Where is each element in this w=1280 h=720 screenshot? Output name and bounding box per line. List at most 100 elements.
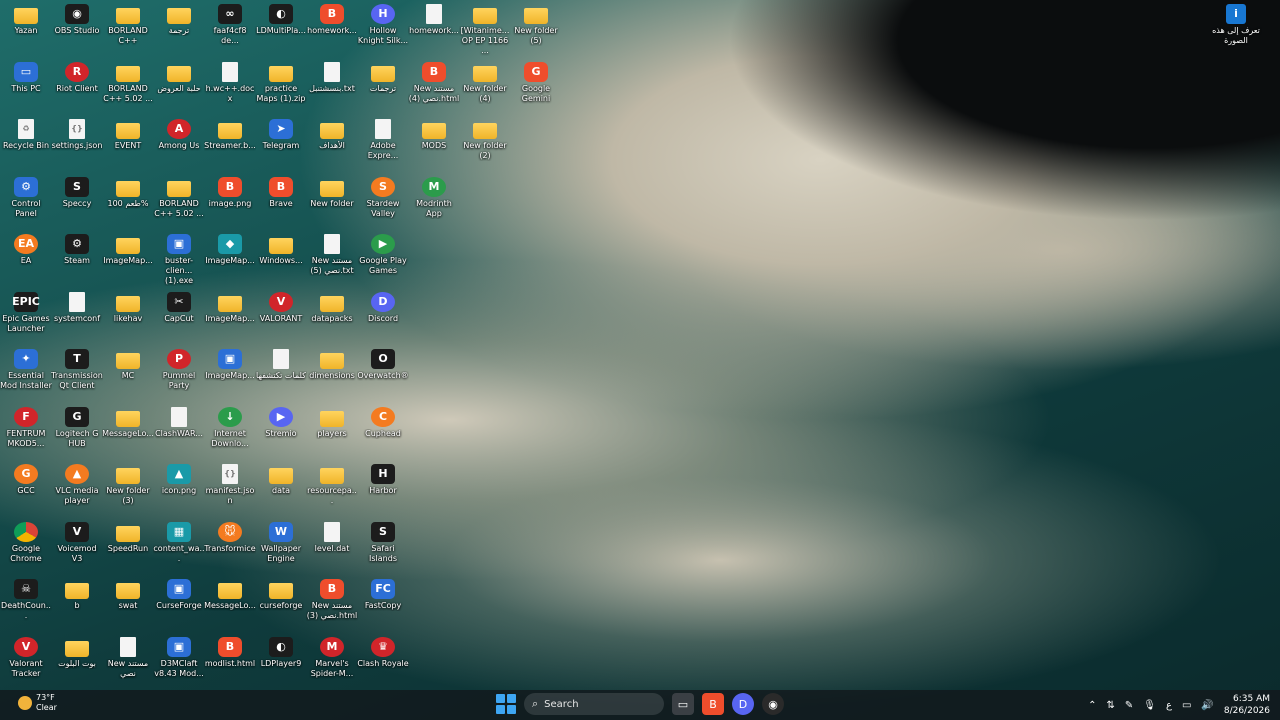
- desktop-icon[interactable]: ترجمة: [153, 4, 205, 36]
- weather-widget[interactable]: 73°F Clear: [18, 693, 57, 713]
- microphone-icon[interactable]: 🎙: [1143, 700, 1156, 711]
- desktop-icon[interactable]: ◉ OBS Studio: [51, 4, 103, 36]
- desktop-icon[interactable]: Adobe Expre...: [357, 119, 409, 161]
- desktop-icon[interactable]: ♻ Recycle Bin: [0, 119, 52, 151]
- desktop-icon[interactable]: ▲ icon.png: [153, 464, 205, 496]
- desktop-icon[interactable]: EA EA: [0, 234, 52, 266]
- desktop-icon[interactable]: حلبة العروض: [153, 62, 205, 94]
- pen-icon[interactable]: ✎: [1125, 700, 1133, 711]
- desktop-icon[interactable]: G GCC: [0, 464, 52, 496]
- desktop-icon[interactable]: ⚙ Control Panel: [0, 176, 52, 219]
- desktop-icon[interactable]: likehav: [102, 292, 154, 324]
- desktop-icon[interactable]: data: [255, 464, 307, 496]
- desktop-icon[interactable]: S Stardew Valley: [357, 176, 409, 219]
- language-indicator[interactable]: ع: [1166, 700, 1172, 711]
- desktop-icon[interactable]: V Voicemod V3: [51, 521, 103, 564]
- desktop-icon[interactable]: Bmodlist.html: [204, 636, 256, 669]
- desktop-icon[interactable]: ✦ Essential Mod Installer: [0, 349, 52, 391]
- desktop-icon[interactable]: New folder: [306, 177, 358, 209]
- desktop-icon[interactable]: ▶ Google Play Games: [357, 234, 409, 276]
- desktop-icon[interactable]: ImageMap...: [102, 234, 154, 266]
- desktop-icon[interactable]: swat: [102, 579, 154, 611]
- desktop-icon[interactable]: b: [51, 579, 103, 611]
- network-tray-icon[interactable]: ⇅: [1106, 700, 1114, 711]
- desktop-icon[interactable]: Google Chrome: [0, 521, 52, 564]
- desktop-icon[interactable]: C Cuphead: [357, 406, 409, 439]
- desktop-icon[interactable]: ▲ VLC media player: [51, 464, 103, 506]
- desktop-icon[interactable]: F FENTRUM MKOD5...: [0, 406, 52, 449]
- desktop-icon[interactable]: ▣ CurseForge: [153, 579, 205, 611]
- desktop-icon[interactable]: MessageLo...: [204, 579, 256, 611]
- desktop-icon[interactable]: G Google Gemini: [510, 61, 562, 104]
- desktop-icon[interactable]: [Witanime... OP EP 1166 ...: [459, 4, 511, 56]
- desktop-icon[interactable]: New folder (4): [459, 62, 511, 104]
- desktop-icon[interactable]: resourcepa...: [306, 464, 358, 506]
- desktop-icon[interactable]: 🐭 Transformice: [204, 521, 256, 554]
- desktop-icon[interactable]: New مستند نصي (5).txt: [306, 234, 358, 276]
- desktop-icon[interactable]: كلمات تكتشفها: [255, 349, 307, 381]
- desktop-icon[interactable]: ترجمات: [357, 62, 409, 94]
- desktop-icon[interactable]: بوت البلوت: [51, 637, 103, 669]
- desktop-icon[interactable]: T Transmission Qt Client: [51, 349, 103, 391]
- desktop-icon[interactable]: MODS: [408, 119, 460, 151]
- desktop-icon[interactable]: level.dat: [306, 521, 358, 554]
- desktop-icon[interactable]: curseforge: [255, 579, 307, 611]
- desktop-icon[interactable]: V Valorant Tracker: [0, 636, 52, 679]
- desktop-icon[interactable]: S Speccy: [51, 176, 103, 209]
- desktop-icon[interactable]: G Logitech G HUB: [51, 406, 103, 449]
- desktop-icon[interactable]: ▦ content_wa...: [153, 521, 205, 564]
- desktop-icon[interactable]: BORLAND C++: [102, 4, 154, 46]
- desktop-icon[interactable]: الأهداف: [306, 119, 358, 151]
- desktop-icon[interactable]: R Riot Client: [51, 61, 103, 94]
- learn-about-picture[interactable]: i تعرف إلى هذه الصورة: [1206, 4, 1266, 46]
- wifi-icon[interactable]: ▭: [1182, 700, 1191, 711]
- desktop-icon[interactable]: dimensions: [306, 349, 358, 381]
- desktop-icon[interactable]: Windows...: [255, 234, 307, 266]
- desktop-icon[interactable]: ◆ ImageMap...: [204, 234, 256, 266]
- desktop-icon[interactable]: h.wc++.docx: [204, 61, 256, 104]
- desktop-icon[interactable]: homework...: [408, 4, 460, 36]
- desktop-icon[interactable]: O Overwatch®: [357, 349, 409, 381]
- desktop-icon[interactable]: ▣ D3MClaft v8.43 Mod...: [153, 636, 205, 679]
- desktop-icon[interactable]: practice Maps (1).zip: [255, 62, 307, 104]
- desktop-icon[interactable]: ⚙ Steam: [51, 234, 103, 266]
- obs-taskbar-icon[interactable]: ◉: [762, 693, 784, 715]
- desktop-icon[interactable]: ▣ ImageMap...: [204, 349, 256, 381]
- desktop-icon[interactable]: ClashWAR...: [153, 406, 205, 439]
- desktop-icon[interactable]: ☠ DeathCoun...: [0, 579, 52, 621]
- desktop-icon[interactable]: M Modrinth App: [408, 176, 460, 219]
- desktop-icon[interactable]: طعم 100%: [102, 177, 154, 209]
- desktop-icon[interactable]: ◐ LDPlayer9: [255, 636, 307, 669]
- desktop-icon[interactable]: MessageLo...: [102, 407, 154, 439]
- desktop-icon[interactable]: New folder (2): [459, 119, 511, 161]
- desktop-icon[interactable]: {} settings.json: [51, 119, 103, 151]
- desktop-icon[interactable]: New folder (3): [102, 464, 154, 506]
- clock[interactable]: 6:35 AM 8/26/2026: [1224, 693, 1270, 717]
- volume-icon[interactable]: 🔊: [1201, 700, 1213, 711]
- discord-taskbar-icon[interactable]: D: [732, 693, 754, 715]
- desktop-icon[interactable]: Yazan: [0, 4, 52, 36]
- desktop-icon[interactable]: Streamer.b...: [204, 119, 256, 151]
- desktop-icon[interactable]: systemconf: [51, 291, 103, 324]
- desktop-icon[interactable]: V VALORANT: [255, 291, 307, 324]
- desktop-icon[interactable]: Bhomework...: [306, 4, 358, 36]
- desktop-icon[interactable]: ▣ buster-clien... (1).exe: [153, 234, 205, 286]
- desktop-icon[interactable]: H Harbor: [357, 464, 409, 496]
- desktop-icon[interactable]: بنسشتنبل.txt: [306, 61, 358, 94]
- desktop-icon[interactable]: M Marvel's Spider-M...: [306, 636, 358, 679]
- desktop-icon[interactable]: ↓ Internet Downlo...: [204, 406, 256, 449]
- desktop-icon[interactable]: ▭ This PC: [0, 61, 52, 94]
- desktop-icon[interactable]: BORLAND C++ 5.02 ...: [102, 62, 154, 104]
- desktop-icon[interactable]: ➤ Telegram: [255, 119, 307, 151]
- desktop-icon[interactable]: P Pummel Party: [153, 349, 205, 391]
- desktop-icon[interactable]: H Hollow Knight Silk...: [357, 4, 409, 46]
- desktop-icon[interactable]: ◐ LDMultiPla...: [255, 4, 307, 36]
- desktop-icon[interactable]: B New مستند نصي (4).html: [408, 61, 460, 104]
- desktop-icon[interactable]: W Wallpaper Engine: [255, 521, 307, 564]
- desktop-icon[interactable]: Bimage.png: [204, 176, 256, 209]
- taskbar-search[interactable]: ⌕ Search: [524, 693, 664, 715]
- desktop-icon[interactable]: New مستند نصي: [102, 636, 154, 679]
- desktop-icon[interactable]: S Safari Islands: [357, 521, 409, 564]
- task-view-icon[interactable]: ▭: [672, 693, 694, 715]
- desktop-icon[interactable]: {} manifest.json: [204, 464, 256, 506]
